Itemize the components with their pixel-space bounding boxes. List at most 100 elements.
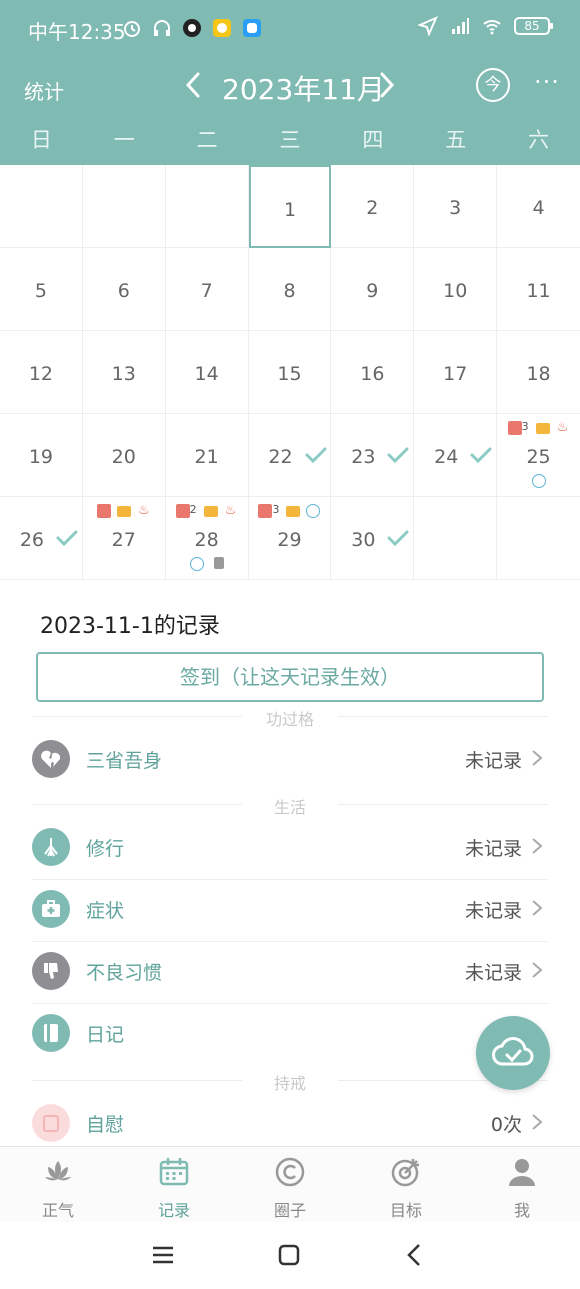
calendar-header: 统计 2023年11月 今 ··· <box>0 58 580 116</box>
calendar-day-cell[interactable]: 15 <box>248 331 332 414</box>
calendar-day-cell[interactable]: 6 <box>82 248 166 331</box>
system-nav-bar <box>0 1222 580 1289</box>
app-notification-icon <box>213 19 231 37</box>
nav-item-records[interactable]: 记录 <box>116 1147 232 1222</box>
today-button[interactable]: 今 <box>476 68 510 102</box>
record-title: 2023-11-1的记录 <box>40 614 220 639</box>
calendar-day-cell[interactable]: 10 <box>414 248 498 331</box>
calendar-day-cell[interactable]: 13 <box>82 331 166 414</box>
broken-heart-icon <box>32 740 70 778</box>
calendar-day-cell[interactable]: 12 <box>0 331 83 414</box>
calendar-empty-cell <box>82 165 166 248</box>
nav-label: 目标 <box>389 1201 422 1220</box>
calendar-empty-cell <box>414 497 498 580</box>
row-value: 未记录 <box>464 900 522 922</box>
cloud-sync-button[interactable] <box>476 1016 550 1090</box>
calendar-day-cell[interactable]: 11 <box>497 248 580 331</box>
row-label: 三省吾身 <box>86 750 163 772</box>
calendar-day-cell[interactable]: 17 <box>414 331 498 414</box>
calendar-day-cell[interactable]: 1 <box>248 165 332 248</box>
calendar-day-cell[interactable]: 4 <box>497 165 580 248</box>
row-habit[interactable]: 不良习惯 未记录 <box>32 942 548 1004</box>
row-label: 日记 <box>86 1024 125 1046</box>
signin-button[interactable]: 签到（让这天记录生效） <box>36 652 544 702</box>
calendar-day-cell[interactable]: 7 <box>165 248 249 331</box>
calendar-day-number: 2 <box>366 197 379 219</box>
chat-bubble-icon <box>531 474 546 488</box>
row-label: 自慰 <box>86 1114 125 1136</box>
calendar-day-number: 7 <box>200 280 213 302</box>
more-menu-button[interactable]: ··· <box>534 68 560 96</box>
badge-count: 3 <box>521 420 529 433</box>
row-diary[interactable]: 日记 未 <box>32 1004 548 1066</box>
badge-count: 2 <box>189 503 197 516</box>
row-symptom[interactable]: 症状 未记录 <box>32 880 548 942</box>
calendar-day-cell[interactable]: 8 <box>248 248 332 331</box>
bottom-nav: 正气 记录 圈子 目标 我 <box>0 1146 580 1222</box>
home-icon[interactable] <box>274 1240 304 1270</box>
menu-icon[interactable] <box>148 1240 178 1270</box>
nav-item-circle[interactable]: 圈子 <box>232 1147 348 1222</box>
weekday-row: 日 一 二 三 四 五 六 <box>0 124 580 160</box>
fire-icon: ♨ <box>224 503 237 518</box>
status-right: 85 <box>418 16 553 36</box>
row-practice[interactable]: 修行 未记录 <box>32 818 548 880</box>
fire-icon: ♨ <box>137 503 150 518</box>
calendar-day-number: 13 <box>111 363 136 385</box>
red-record-icon: 2 <box>175 503 197 518</box>
badge-count: 3 <box>272 503 280 516</box>
calendar-day-number: 12 <box>28 363 54 385</box>
calendar-day-cell[interactable]: 9 <box>331 248 415 331</box>
nav-item-zhengqi[interactable]: 正气 <box>0 1147 116 1222</box>
calendar-day-cell[interactable]: 19 <box>0 414 83 497</box>
calendar-day-cell[interactable]: 28 2 ♨ <box>165 497 249 580</box>
next-month-icon[interactable] <box>374 68 400 102</box>
calendar-day-cell[interactable]: 18 <box>497 331 580 414</box>
calendar-day-cell[interactable]: 3 <box>414 165 498 248</box>
weekday-label: 四 <box>362 128 384 152</box>
day-badges: ♨ <box>83 503 165 519</box>
monitor-icon <box>535 422 550 434</box>
calendar-day-cell[interactable]: 27 ♨ <box>82 497 166 580</box>
monitor-icon <box>286 505 301 517</box>
calendar-day-number: 8 <box>283 280 296 302</box>
calendar-day-cell[interactable]: 26 <box>0 497 83 580</box>
weekday-label: 六 <box>528 128 550 152</box>
row-value: 未记录 <box>464 962 522 984</box>
calendar-grid: 1 2 3 4 5 6 7 8 9 10 11 12 13 14 15 16 17 18 19 20 21 22 23 24 2… <box>0 165 580 580</box>
stats-button[interactable]: 统计 <box>24 76 64 105</box>
chevron-right-icon <box>532 962 543 978</box>
prev-month-icon[interactable] <box>180 68 206 102</box>
calendar-day-number: 11 <box>526 280 551 302</box>
row-reflect[interactable]: 三省吾身 未记录 <box>32 730 548 792</box>
location-icon <box>418 16 438 36</box>
calendar-day-cell[interactable]: 24 <box>414 414 498 497</box>
thumbs-down-icon <box>213 557 224 569</box>
calendar-day-number: 15 <box>277 363 302 385</box>
calendar-day-number: 28 <box>194 529 219 551</box>
calendar-day-number: 1 <box>283 199 297 221</box>
back-icon[interactable] <box>400 1240 430 1270</box>
calendar-day-cell[interactable]: 14 <box>165 331 249 414</box>
status-bar: 中午12:35 85 <box>0 0 580 58</box>
calendar-empty-cell <box>165 165 249 248</box>
calendar-day-cell[interactable]: 20 <box>82 414 166 497</box>
calendar-day-cell[interactable]: 25 3 ♨ <box>497 414 580 497</box>
calendar-day-cell[interactable]: 30 <box>331 497 415 580</box>
nav-item-me[interactable]: 我 <box>464 1147 580 1222</box>
calendar-day-cell[interactable]: 16 <box>331 331 415 414</box>
calendar-day-number: 16 <box>360 363 385 385</box>
checkmark-icon <box>470 447 492 464</box>
calendar-day-number: 6 <box>117 280 130 302</box>
calendar-day-cell[interactable]: 5 <box>0 248 83 331</box>
calendar-day-cell[interactable]: 2 <box>331 165 415 248</box>
medical-kit-icon <box>32 890 70 928</box>
signal-icon <box>452 18 469 34</box>
row-value: 未记录 <box>464 750 522 772</box>
nav-label: 记录 <box>157 1201 190 1220</box>
nav-item-goals[interactable]: 目标 <box>348 1147 464 1222</box>
chevron-right-icon <box>532 838 543 854</box>
wifi-icon <box>483 20 501 35</box>
calendar-day-number: 25 <box>526 446 551 468</box>
row-value: 未记录 <box>464 838 522 860</box>
